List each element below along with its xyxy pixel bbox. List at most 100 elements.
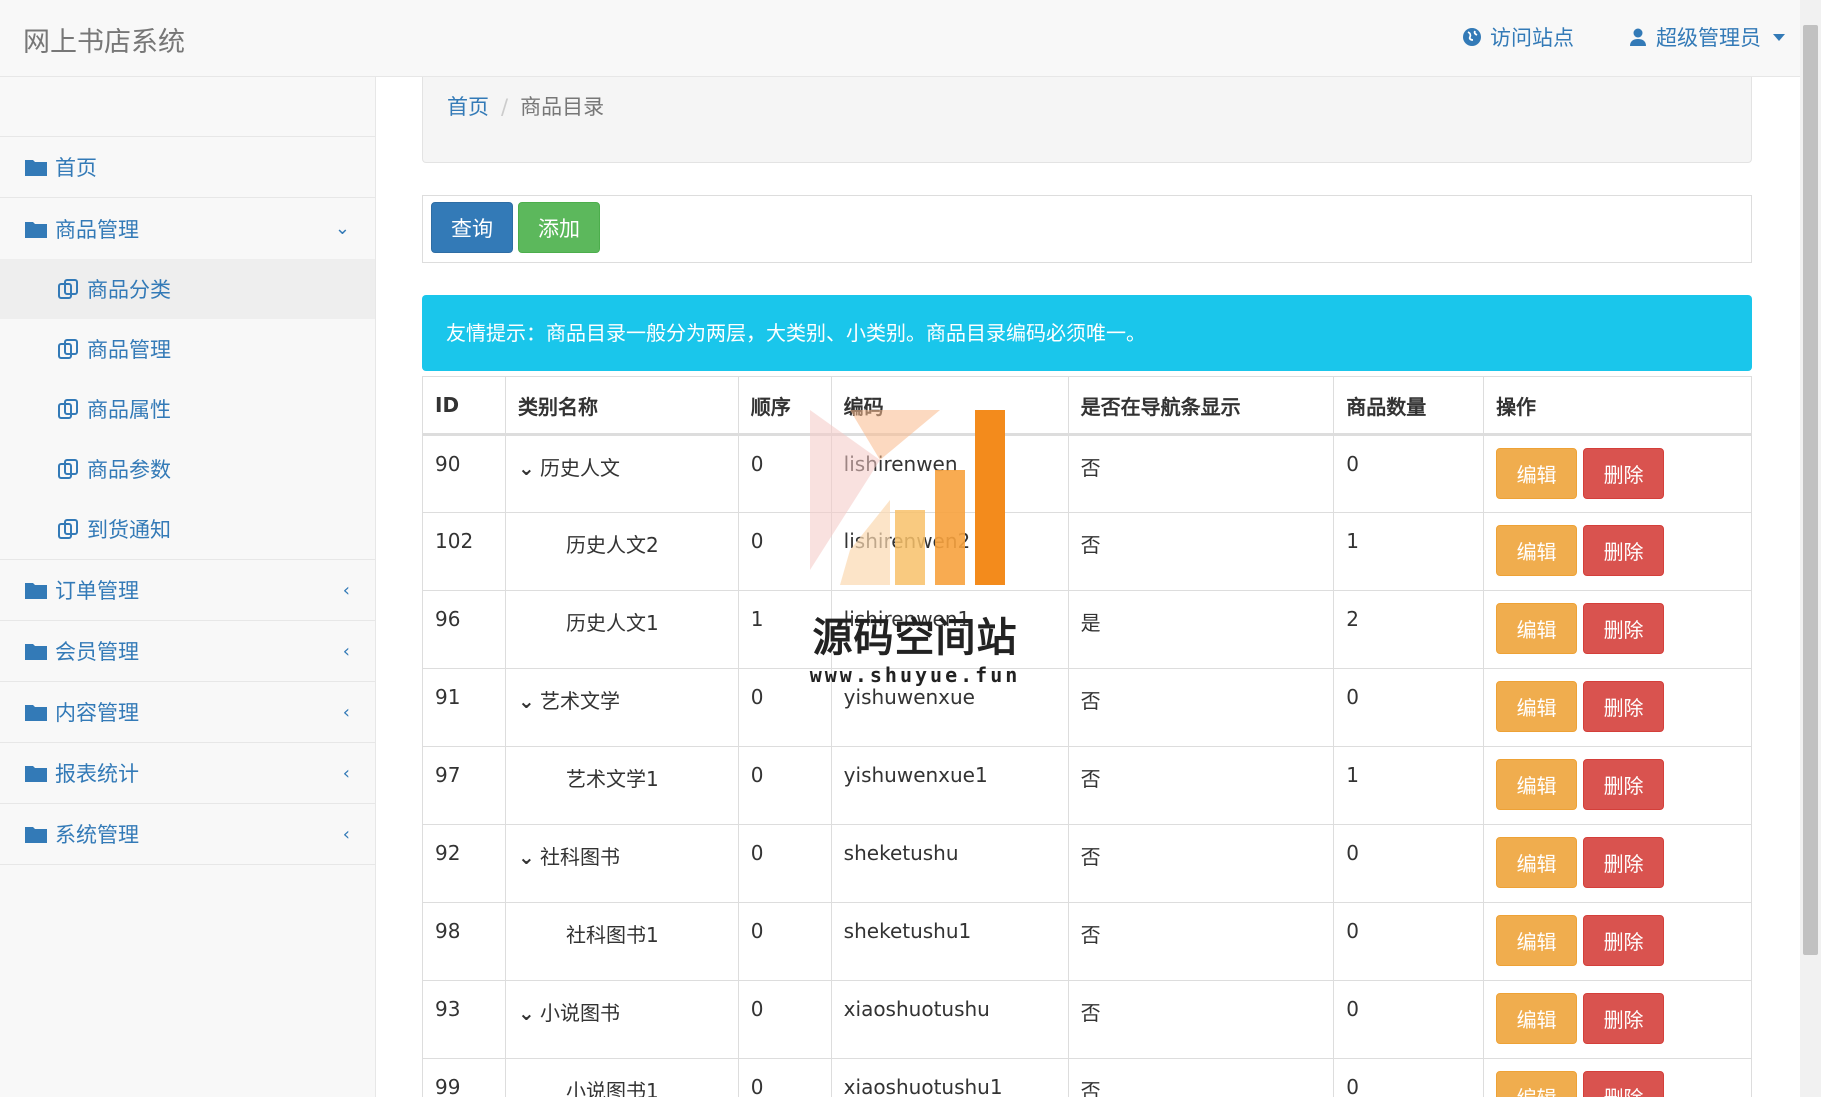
delete-button[interactable]: 删除 <box>1583 993 1665 1044</box>
folder-icon <box>25 644 47 660</box>
row-actions: 编辑删除 <box>1496 448 1739 499</box>
edit-button[interactable]: 编辑 <box>1496 837 1578 888</box>
sidebar-subitem-product[interactable]: 商品管理 <box>0 319 375 379</box>
cell-count: 2 <box>1333 590 1485 669</box>
cell-nav-display: 是 <box>1067 590 1335 669</box>
sidebar-item-content-mgmt[interactable]: 内容管理 ‹ <box>0 682 375 743</box>
sidebar-item-label: 内容管理 <box>55 701 139 725</box>
edit-button[interactable]: 编辑 <box>1496 915 1578 966</box>
cell-count: 0 <box>1333 902 1485 981</box>
edit-button[interactable]: 编辑 <box>1496 681 1578 732</box>
cell-id: 91 <box>422 668 506 747</box>
cell-order: 0 <box>737 980 832 1059</box>
cell-nav-display: 否 <box>1067 824 1335 903</box>
edit-button[interactable]: 编辑 <box>1496 759 1578 810</box>
app-brand[interactable]: 网上书店系统 <box>23 20 185 59</box>
table-row: 97 艺术文学1 0 yishuwenxue1 否 1 编辑 删除 <box>422 746 1752 825</box>
delete-button[interactable]: 删除 <box>1583 1071 1665 1097</box>
chevron-down-icon[interactable]: ⌄ <box>518 1001 536 1025</box>
chevron-down-icon[interactable]: ⌄ <box>518 456 536 480</box>
cell-nav-display: 否 <box>1067 1058 1335 1097</box>
cell-count: 0 <box>1333 668 1485 747</box>
chevron-down-icon[interactable]: ⌄ <box>518 689 536 713</box>
delete-button[interactable]: 删除 <box>1583 448 1665 499</box>
cell-id: 96 <box>422 590 506 669</box>
cell-order: 0 <box>737 824 832 903</box>
category-name: 社科图书1 <box>565 923 659 947</box>
cell-code: lishirenwen1 <box>830 590 1069 669</box>
edit-button[interactable]: 编辑 <box>1496 1071 1578 1097</box>
chevron-left-icon: ‹ <box>342 762 350 784</box>
breadcrumb: 首页 / 商品目录 <box>422 77 1752 163</box>
sidebar-subitem-attribute[interactable]: 商品属性 <box>0 379 375 439</box>
breadcrumb-current: 商品目录 <box>520 95 605 119</box>
chevron-left-icon: ‹ <box>342 640 350 662</box>
sidebar-item-label: 首页 <box>55 156 97 180</box>
cell-name: 社科图书1 <box>504 902 739 981</box>
user-menu[interactable]: 超级管理员 <box>1628 22 1785 52</box>
delete-button[interactable]: 删除 <box>1583 759 1665 810</box>
toolbar: 查询 添加 <box>422 195 1752 263</box>
cell-order: 0 <box>737 1058 832 1097</box>
cell-nav-display: 否 <box>1067 512 1335 591</box>
cell-name: ⌄ 历史人文 <box>504 434 739 513</box>
chevron-down-icon[interactable]: ⌄ <box>518 845 536 869</box>
sidebar-item-report-stats[interactable]: 报表统计 ‹ <box>0 743 375 804</box>
copy-icon <box>58 459 78 479</box>
sidebar-subitem-label: 商品分类 <box>87 278 171 302</box>
edit-button[interactable]: 编辑 <box>1496 525 1578 576</box>
query-button[interactable]: 查询 <box>431 202 513 253</box>
cell-order: 0 <box>737 512 832 591</box>
column-header: 商品数量 <box>1333 376 1485 436</box>
vertical-scrollbar[interactable] <box>1800 0 1821 1097</box>
visit-site-link[interactable]: 访问站点 <box>1462 22 1574 52</box>
cell-name: ⌄ 小说图书 <box>504 980 739 1059</box>
sidebar-item-member-mgmt[interactable]: 会员管理 ‹ <box>0 621 375 682</box>
category-table-wrapper: ID 类别名称 顺序 编码 是否在导航条显示 商品数量 操作 90 ⌄ 历史人文 0 l… <box>422 376 1752 1097</box>
delete-button[interactable]: 删除 <box>1583 915 1665 966</box>
sidebar-subitem-params[interactable]: 商品参数 <box>0 439 375 499</box>
table-row: 91 ⌄ 艺术文学 0 yishuwenxue 否 0 编辑 删除 <box>422 668 1752 747</box>
edit-button[interactable]: 编辑 <box>1496 448 1578 499</box>
column-header: 操作 <box>1483 376 1752 436</box>
row-actions: 编辑删除 <box>1496 759 1739 810</box>
sidebar-subitem-label: 商品管理 <box>87 338 171 362</box>
cell-order: 0 <box>737 668 832 747</box>
cell-id: 98 <box>422 902 506 981</box>
sidebar-item-product-mgmt[interactable]: 商品管理 ⌄ <box>0 198 375 259</box>
cell-actions: 编辑删除 <box>1483 1058 1752 1097</box>
delete-button[interactable]: 删除 <box>1583 837 1665 888</box>
breadcrumb-separator: / <box>501 95 509 119</box>
cell-nav-display: 否 <box>1067 902 1335 981</box>
category-name: 历史人文1 <box>565 611 659 635</box>
edit-button[interactable]: 编辑 <box>1496 993 1578 1044</box>
sidebar-item-label: 订单管理 <box>55 579 139 603</box>
scrollbar-thumb[interactable] <box>1803 25 1818 955</box>
delete-button[interactable]: 删除 <box>1583 603 1665 654</box>
cell-count: 0 <box>1333 1058 1485 1097</box>
delete-button[interactable]: 删除 <box>1583 525 1665 576</box>
sidebar-item-home[interactable]: 首页 <box>0 137 375 198</box>
sidebar-item-label: 报表统计 <box>55 762 139 786</box>
sidebar-item-label: 系统管理 <box>55 823 139 847</box>
sidebar-item-order-mgmt[interactable]: 订单管理 ‹ <box>0 560 375 621</box>
cell-code: xiaoshuotushu1 <box>830 1058 1069 1097</box>
cell-id: 97 <box>422 746 506 825</box>
chevron-left-icon: ‹ <box>342 701 350 723</box>
sidebar-subitem-label: 商品属性 <box>87 398 171 422</box>
delete-button[interactable]: 删除 <box>1583 681 1665 732</box>
column-header: 类别名称 <box>504 376 739 436</box>
cell-actions: 编辑删除 <box>1483 902 1752 981</box>
sidebar-subitem-arrival[interactable]: 到货通知 <box>0 499 375 559</box>
cell-order: 0 <box>737 746 832 825</box>
breadcrumb-home[interactable]: 首页 <box>447 95 489 119</box>
cell-nav-display: 否 <box>1067 434 1335 513</box>
info-alert: 友情提示：商品目录一般分为两层，大类别、小类别。商品目录编码必须唯一。 <box>422 295 1752 371</box>
copy-icon <box>58 399 78 419</box>
sidebar-subitem-category[interactable]: 商品分类 <box>0 259 375 319</box>
cell-actions: 编辑删除 <box>1483 980 1752 1059</box>
edit-button[interactable]: 编辑 <box>1496 603 1578 654</box>
add-button[interactable]: 添加 <box>518 202 600 253</box>
sidebar-item-system-mgmt[interactable]: 系统管理 ‹ <box>0 804 375 865</box>
table-row: 98 社科图书1 0 sheketushu1 否 0 编辑 删除 <box>422 902 1752 981</box>
